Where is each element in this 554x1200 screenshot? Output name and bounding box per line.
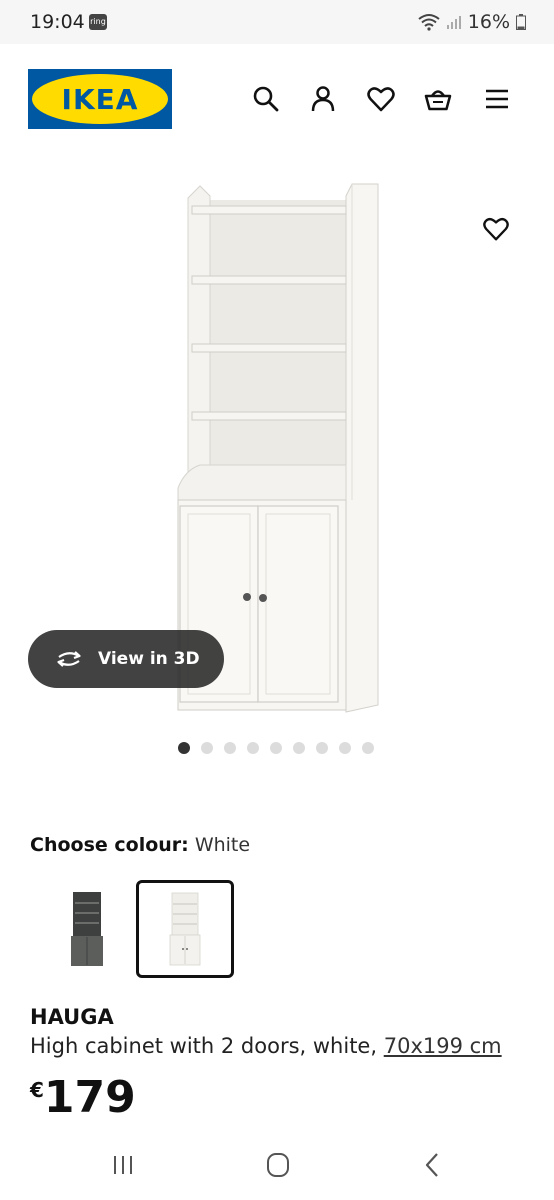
wifi-icon	[418, 14, 440, 31]
carousel-dot[interactable]	[224, 742, 236, 754]
product-description: High cabinet with 2 doors, white, 70x199…	[30, 1034, 502, 1058]
menu-icon[interactable]	[482, 84, 512, 114]
svg-text:IKEA: IKEA	[62, 83, 139, 116]
carousel-dot[interactable]	[247, 742, 259, 754]
site-header: IKEA	[0, 44, 554, 154]
carousel-dot[interactable]	[270, 742, 282, 754]
selected-colour-value: White	[194, 834, 251, 856]
status-right: 16%	[418, 11, 526, 33]
search-icon[interactable]	[251, 84, 281, 114]
view-in-3d-button[interactable]: View in 3D	[28, 630, 224, 688]
colour-swatch-grey[interactable]	[38, 880, 136, 978]
carousel-dot[interactable]	[362, 742, 374, 754]
battery-icon	[516, 14, 526, 30]
price-value: 179	[43, 1072, 136, 1123]
carousel-dot[interactable]	[339, 742, 351, 754]
system-navigation-bar	[0, 1130, 554, 1200]
recent-apps-icon[interactable]	[103, 1148, 143, 1182]
status-time: 19:04	[30, 11, 85, 33]
rotate-3d-icon	[57, 651, 81, 667]
carousel-dot[interactable]	[178, 742, 190, 754]
carousel-dot[interactable]	[293, 742, 305, 754]
choose-colour-label: Choose colour:	[30, 834, 189, 856]
price-currency: €	[30, 1078, 44, 1102]
basket-icon[interactable]	[423, 84, 453, 114]
image-carousel-dots	[178, 742, 374, 754]
carousel-dot[interactable]	[201, 742, 213, 754]
ikea-logo[interactable]: IKEA	[28, 69, 172, 129]
account-icon[interactable]	[308, 84, 338, 114]
colour-swatch-white[interactable]	[136, 880, 234, 978]
choose-colour-row: Choose colour: White	[30, 834, 250, 856]
carousel-dot[interactable]	[316, 742, 328, 754]
back-icon[interactable]	[413, 1148, 453, 1182]
product-price: €179	[30, 1072, 136, 1123]
status-bar: 19:04 ring 16%	[0, 0, 554, 44]
ring-app-badge: ring	[89, 14, 107, 30]
heart-icon[interactable]	[366, 84, 396, 114]
home-icon[interactable]	[258, 1148, 298, 1182]
product-description-text: High cabinet with 2 doors, white,	[30, 1034, 378, 1058]
add-to-favourites-icon[interactable]	[482, 215, 510, 243]
product-name: HAUGA	[30, 1005, 114, 1029]
white-cabinet-thumbnail	[169, 892, 201, 966]
product-size-link[interactable]: 70x199 cm	[384, 1034, 502, 1058]
grey-cabinet-thumbnail	[71, 892, 103, 966]
signal-icon	[446, 16, 461, 29]
view-in-3d-label: View in 3D	[98, 649, 200, 669]
battery-percent: 16%	[467, 11, 510, 33]
